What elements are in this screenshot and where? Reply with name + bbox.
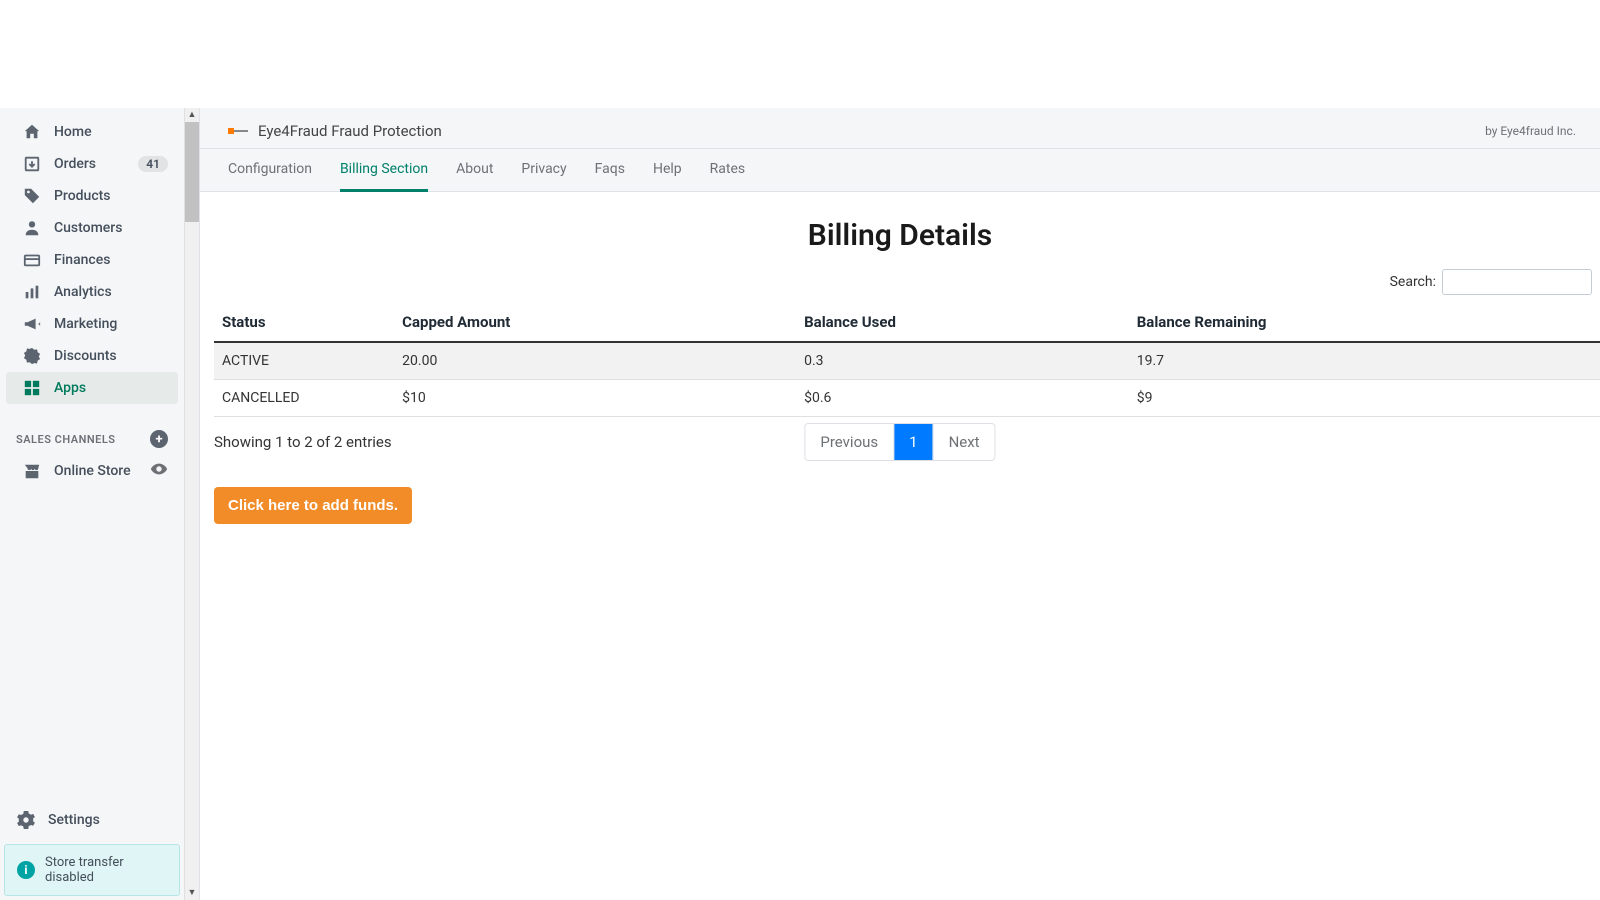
finances-icon xyxy=(22,250,42,270)
cell-status: CANCELLED xyxy=(214,380,394,417)
tab-about[interactable]: About xyxy=(456,149,493,191)
app-root: Home Orders 41 Products xyxy=(0,0,1600,900)
app-header: Eye4Fraud Fraud Protection by Eye4fraud … xyxy=(200,108,1600,149)
sidebar-scroll: Home Orders 41 Products xyxy=(0,108,199,800)
tab-privacy[interactable]: Privacy xyxy=(521,149,566,191)
cell-capped: $10 xyxy=(394,380,796,417)
nav-label: Apps xyxy=(54,380,86,396)
scroll-down-icon[interactable]: ▼ xyxy=(185,886,199,900)
search-input[interactable] xyxy=(1442,269,1592,295)
pager: Previous 1 Next xyxy=(804,423,995,461)
settings-label: Settings xyxy=(48,812,100,828)
content: Billing Details Search: Status Capped Am… xyxy=(200,192,1600,548)
megaphone-icon xyxy=(22,314,42,334)
search-row: Search: xyxy=(200,269,1600,303)
app-tabs: Configuration Billing Section About Priv… xyxy=(200,149,1600,192)
sales-channels-header: SALES CHANNELS + xyxy=(0,412,184,454)
scrollbar-thumb[interactable] xyxy=(185,122,199,222)
cell-remaining: $9 xyxy=(1129,380,1600,417)
pager-previous[interactable]: Previous xyxy=(805,424,894,460)
tab-billing-section[interactable]: Billing Section xyxy=(340,149,428,191)
nav-settings[interactable]: Settings xyxy=(0,800,184,840)
app-by: by Eye4fraud Inc. xyxy=(1485,124,1576,138)
person-icon xyxy=(22,218,42,238)
col-status[interactable]: Status xyxy=(214,303,394,342)
pager-page-1[interactable]: 1 xyxy=(894,424,933,460)
nav-apps[interactable]: Apps xyxy=(6,372,178,404)
table-row: ACTIVE 20.00 0.3 19.7 xyxy=(214,342,1600,380)
apps-icon xyxy=(22,378,42,398)
analytics-icon xyxy=(22,282,42,302)
nav-label: Products xyxy=(54,188,111,204)
col-remaining[interactable]: Balance Remaining xyxy=(1129,303,1600,342)
app-title: Eye4Fraud Fraud Protection xyxy=(258,122,442,140)
sidebar-bottom: Settings i Store transfer disabled xyxy=(0,800,184,900)
main: Eye4Fraud Fraud Protection by Eye4fraud … xyxy=(200,108,1600,900)
nav-discounts[interactable]: Discounts xyxy=(6,340,178,372)
orders-badge: 41 xyxy=(138,156,168,172)
nav-home[interactable]: Home xyxy=(6,116,178,148)
alert-banner[interactable]: i Store transfer disabled xyxy=(4,844,180,896)
tag-icon xyxy=(22,186,42,206)
sidebar: Home Orders 41 Products xyxy=(0,108,200,900)
tab-rates[interactable]: Rates xyxy=(710,149,745,191)
nav-label: Analytics xyxy=(54,284,112,300)
nav-label: Discounts xyxy=(54,348,117,364)
discount-icon xyxy=(22,346,42,366)
add-funds-button[interactable]: Click here to add funds. xyxy=(214,487,412,524)
nav-customers[interactable]: Customers xyxy=(6,212,178,244)
nav-label: Customers xyxy=(54,220,122,236)
tab-help[interactable]: Help xyxy=(653,149,682,191)
gear-icon xyxy=(16,810,36,830)
nav-analytics[interactable]: Analytics xyxy=(6,276,178,308)
nav-orders[interactable]: Orders 41 xyxy=(6,148,178,180)
cell-remaining: 19.7 xyxy=(1129,342,1600,380)
info-icon: i xyxy=(17,861,35,879)
cell-status: ACTIVE xyxy=(214,342,394,380)
nav-label: Online Store xyxy=(54,463,131,479)
tab-configuration[interactable]: Configuration xyxy=(228,149,312,191)
col-used[interactable]: Balance Used xyxy=(796,303,1129,342)
cell-capped: 20.00 xyxy=(394,342,796,380)
nav-label: Orders xyxy=(54,156,96,172)
nav-marketing[interactable]: Marketing xyxy=(6,308,178,340)
search-label: Search: xyxy=(1390,274,1436,290)
tab-faqs[interactable]: Faqs xyxy=(595,149,625,191)
billing-table: Status Capped Amount Balance Used Balanc… xyxy=(214,303,1600,417)
nav-finances[interactable]: Finances xyxy=(6,244,178,276)
nav-label: Finances xyxy=(54,252,110,268)
channels-list: Online Store xyxy=(0,454,184,496)
table-info: Showing 1 to 2 of 2 entries xyxy=(214,433,392,451)
add-channel-button[interactable]: + xyxy=(150,430,168,448)
nav-online-store[interactable]: Online Store xyxy=(6,454,178,488)
nav-list: Home Orders 41 Products xyxy=(0,108,184,412)
home-icon xyxy=(22,122,42,142)
nav-label: Marketing xyxy=(54,316,117,332)
scroll-up-icon[interactable]: ▲ xyxy=(185,108,199,122)
eye-icon[interactable] xyxy=(150,460,168,482)
pager-next[interactable]: Next xyxy=(934,424,995,460)
orders-icon xyxy=(22,154,42,174)
cell-used: $0.6 xyxy=(796,380,1129,417)
scrollbar[interactable]: ▲ ▼ xyxy=(184,108,199,900)
nav-label: Home xyxy=(54,124,92,140)
store-icon xyxy=(22,461,42,481)
page-title: Billing Details xyxy=(200,218,1600,253)
table-footer: Showing 1 to 2 of 2 entries Previous 1 N… xyxy=(200,417,1600,451)
table-row: CANCELLED $10 $0.6 $9 xyxy=(214,380,1600,417)
app-logo-icon xyxy=(228,125,248,137)
nav-products[interactable]: Products xyxy=(6,180,178,212)
cell-used: 0.3 xyxy=(796,342,1129,380)
sales-channels-label: SALES CHANNELS xyxy=(16,433,116,446)
alert-text: Store transfer disabled xyxy=(45,855,167,885)
col-capped[interactable]: Capped Amount xyxy=(394,303,796,342)
app-header-left: Eye4Fraud Fraud Protection xyxy=(228,122,442,140)
table-header-row: Status Capped Amount Balance Used Balanc… xyxy=(214,303,1600,342)
